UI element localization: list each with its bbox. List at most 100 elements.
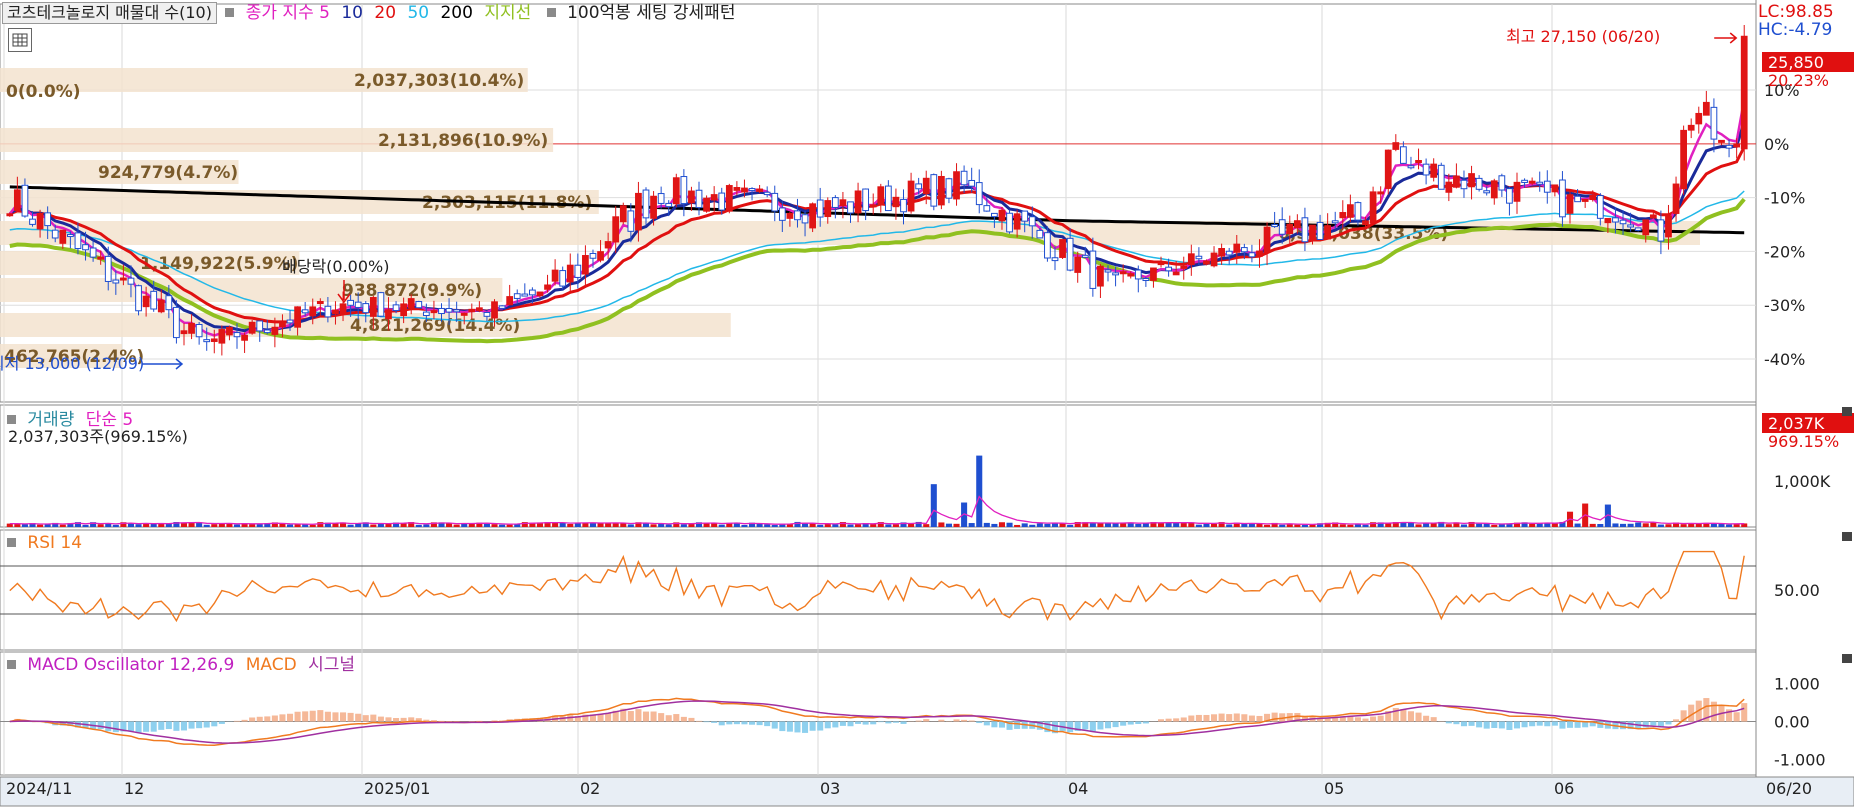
candle-body xyxy=(59,229,67,244)
macd-osc-bar xyxy=(105,721,112,732)
volume-bar xyxy=(21,524,28,527)
signal-label[interactable]: 시그널 xyxy=(308,655,355,675)
candle-body xyxy=(195,324,203,338)
volume-bar xyxy=(1635,522,1642,527)
volume-bar xyxy=(665,524,672,527)
candle-body xyxy=(945,178,953,199)
candle-body xyxy=(1210,252,1218,267)
candle-body xyxy=(1581,198,1589,202)
candle-body xyxy=(1218,248,1225,257)
candle-body xyxy=(1604,218,1612,224)
volume-bar xyxy=(1445,524,1452,527)
macd-osc-bar xyxy=(1529,721,1536,727)
volume-bar xyxy=(991,523,998,527)
candle-body xyxy=(1634,227,1642,231)
candle-body xyxy=(1521,179,1528,183)
legend-support[interactable]: 지지선 xyxy=(484,3,531,23)
volume-profile-label: 938,872(9.9%) xyxy=(342,281,482,301)
candle-body xyxy=(1339,212,1347,219)
macd-osc-bar xyxy=(143,721,150,732)
candle-body xyxy=(362,303,370,314)
macd-osc-bar xyxy=(256,716,263,722)
candle-body xyxy=(1589,195,1597,201)
candle-body xyxy=(597,251,604,261)
volume-badge-text: 2,037K xyxy=(1768,414,1825,433)
macd-osc-bar xyxy=(1014,721,1021,729)
x-axis-tick-label: 06 xyxy=(1554,779,1574,798)
volume-bar xyxy=(1551,523,1558,527)
macd-osc-bar xyxy=(1180,717,1187,722)
candle-body xyxy=(627,210,635,232)
volume-bar xyxy=(976,455,983,527)
volume-bar xyxy=(1695,523,1702,527)
volume-bar xyxy=(309,524,316,527)
candle-body xyxy=(165,295,173,311)
rsi-title[interactable]: RSI 14 xyxy=(27,533,82,553)
macd-osc-bar xyxy=(1112,721,1119,728)
candle-body xyxy=(748,188,756,192)
volume-bar xyxy=(1620,523,1627,527)
macd-osc-bar xyxy=(665,715,672,722)
candle-body xyxy=(642,189,650,219)
macd-osc-bar xyxy=(953,719,960,722)
macd-osc-bar xyxy=(771,721,778,729)
legend-ma10[interactable]: 10 xyxy=(341,3,363,23)
candle-body xyxy=(1013,213,1021,230)
volume-y-tick: 1,000K xyxy=(1774,472,1831,491)
candle-body xyxy=(582,255,589,275)
panel-toggle-icon xyxy=(1842,532,1852,541)
candle-body xyxy=(839,199,847,206)
candle-body xyxy=(89,247,97,258)
macd-osc-bar xyxy=(233,720,241,722)
volume-bar xyxy=(1195,524,1202,527)
legend-ma5[interactable]: 종가 지수 5 xyxy=(246,3,330,23)
candle-body xyxy=(1142,278,1150,282)
macd-osc-bar xyxy=(271,715,278,722)
macd-label[interactable]: MACD xyxy=(246,655,297,675)
panel-toggle-icon xyxy=(1842,407,1852,416)
volume-bar xyxy=(1021,523,1028,527)
macd-osc-bar xyxy=(1498,721,1505,729)
candle-body xyxy=(1089,250,1097,289)
candle-body xyxy=(226,326,233,336)
macd-osc-bar xyxy=(218,721,225,724)
macd-osc-bar xyxy=(794,721,801,733)
candle-body xyxy=(453,309,461,313)
volume-bar xyxy=(953,523,960,527)
macd-osc-bar xyxy=(885,721,892,724)
macd-osc-bar xyxy=(347,712,354,722)
macd-osc-title[interactable]: MACD Oscillator 12,26,9 xyxy=(27,655,234,675)
candle-body xyxy=(960,170,968,186)
macd-osc-bar xyxy=(203,721,210,728)
candle-body xyxy=(127,277,135,285)
candle-body xyxy=(415,301,423,309)
grid-icon[interactable] xyxy=(8,28,32,52)
candle-body xyxy=(983,205,991,212)
candle-body xyxy=(135,285,142,312)
candle-body xyxy=(142,295,150,308)
candle-body xyxy=(1649,214,1657,219)
macd-osc-bar xyxy=(1097,721,1104,730)
x-axis-tick-label: 05 xyxy=(1324,779,1344,798)
candle-body xyxy=(703,197,710,212)
macd-osc-bar xyxy=(393,718,400,722)
candle-body xyxy=(1407,165,1415,169)
volume-bar xyxy=(1226,524,1233,527)
candle-body xyxy=(1051,257,1059,262)
legend-pattern[interactable]: 100억봉 세팅 강세패턴 xyxy=(567,3,735,23)
volume-bar xyxy=(1574,523,1581,527)
macd-osc-bar xyxy=(961,719,968,722)
chart-title[interactable]: 코츠테크놀로지 매물대 수(10) xyxy=(2,2,217,24)
candle-body xyxy=(801,214,809,224)
candle-body xyxy=(36,212,44,230)
legend-ma200[interactable]: 200 xyxy=(440,3,472,23)
macd-osc-bar xyxy=(741,721,748,725)
candle-body xyxy=(316,300,324,305)
candle-body xyxy=(1400,146,1407,164)
macd-osc-bar xyxy=(249,717,256,722)
legend-ma50[interactable]: 50 xyxy=(407,3,429,23)
candle-body xyxy=(392,304,400,312)
legend-ma20[interactable]: 20 xyxy=(374,3,396,23)
candle-body xyxy=(1468,173,1475,188)
volume-bar xyxy=(1180,522,1187,527)
